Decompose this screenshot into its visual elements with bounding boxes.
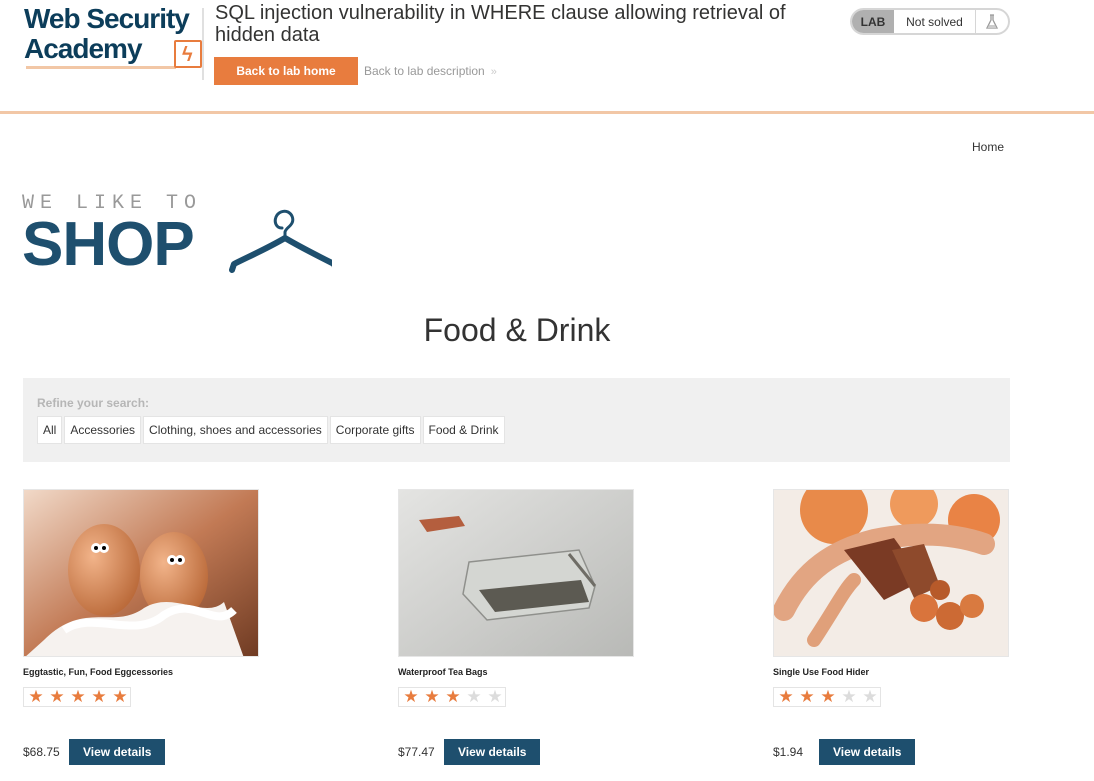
back-to-lab-description-label: Back to lab description <box>364 64 485 78</box>
star-icon: ★ <box>112 687 128 706</box>
product-price: $77.47 <box>398 745 435 759</box>
filter-label: Refine your search: <box>37 396 150 410</box>
star-icon: ★ <box>778 687 794 706</box>
home-link[interactable]: Home <box>972 140 1004 154</box>
filter-all[interactable]: All <box>37 416 63 444</box>
star-icon: ★ <box>862 687 878 706</box>
filter-clothing[interactable]: Clothing, shoes and accessories <box>143 416 328 444</box>
logo-line-1: Web Security <box>24 3 190 34</box>
logo-bolt-icon: ϟ <box>174 40 202 68</box>
product-price: $68.75 <box>23 745 60 759</box>
lab-status-widget: LAB Not solved <box>850 8 1010 35</box>
shop-brand-logo[interactable]: WE LIKE TO SHOP <box>22 188 342 278</box>
back-to-lab-description-link[interactable]: Back to lab description » <box>364 64 497 78</box>
filter-accessories[interactable]: Accessories <box>64 416 142 444</box>
product-price: $1.94 <box>773 745 804 759</box>
star-icon: ★ <box>28 687 44 706</box>
star-icon: ★ <box>466 687 482 706</box>
brand-name: SHOP <box>22 210 195 279</box>
filter-food-drink[interactable]: Food & Drink <box>422 416 505 444</box>
price-row: $77.47 View details <box>398 739 541 765</box>
double-chevron-right-icon: » <box>490 66 497 78</box>
price-row: $68.75 View details <box>23 739 166 765</box>
product-card: Single Use Food Hider ★ ★ ★ ★ ★ $1.94 Vi… <box>773 489 1009 769</box>
star-rating: ★ ★ ★ ★ ★ <box>23 687 131 707</box>
view-details-button[interactable]: View details <box>444 739 541 765</box>
hanger-icon <box>229 209 332 273</box>
star-icon: ★ <box>445 687 461 706</box>
view-details-button[interactable]: View details <box>819 739 916 765</box>
flask-icon <box>976 10 1008 33</box>
star-icon: ★ <box>424 687 440 706</box>
product-name[interactable]: Waterproof Tea Bags <box>398 667 634 681</box>
star-icon: ★ <box>403 687 419 706</box>
filter-panel: Refine your search: All Accessories Clot… <box>23 378 1010 462</box>
product-card: Waterproof Tea Bags ★ ★ ★ ★ ★ $77.47 Vie… <box>398 489 634 769</box>
product-image-eggs[interactable] <box>23 489 259 657</box>
star-icon: ★ <box>841 687 857 706</box>
product-name[interactable]: Eggtastic, Fun, Food Eggcessories <box>23 667 259 681</box>
filter-corporate-gifts[interactable]: Corporate gifts <box>329 416 421 444</box>
web-security-academy-logo[interactable]: Web Security Academy ϟ <box>24 4 204 70</box>
lab-title: SQL injection vulnerability in WHERE cla… <box>215 2 786 46</box>
header-divider <box>202 8 204 80</box>
price-row: $1.94 View details <box>773 739 916 765</box>
product-card: Eggtastic, Fun, Food Eggcessories ★ ★ ★ … <box>23 489 259 769</box>
star-icon: ★ <box>91 687 107 706</box>
logo-underline <box>26 66 176 69</box>
star-icon: ★ <box>799 687 815 706</box>
star-rating: ★ ★ ★ ★ ★ <box>773 687 881 707</box>
category-title: Food & Drink <box>423 312 611 348</box>
product-name[interactable]: Single Use Food Hider <box>773 667 1009 681</box>
star-icon: ★ <box>820 687 836 706</box>
view-details-button[interactable]: View details <box>69 739 166 765</box>
filter-list: All Accessories Clothing, shoes and acce… <box>37 416 505 444</box>
product-image-food-hider[interactable] <box>773 489 1009 657</box>
product-image-tea-bags[interactable] <box>398 489 634 657</box>
star-rating: ★ ★ ★ ★ ★ <box>398 687 506 707</box>
star-icon: ★ <box>487 687 503 706</box>
star-icon: ★ <box>70 687 86 706</box>
lab-status-text: Not solved <box>894 10 976 33</box>
star-icon: ★ <box>49 687 65 706</box>
academy-header: Web Security Academy ϟ SQL injection vul… <box>0 0 1094 114</box>
back-to-lab-home-button[interactable]: Back to lab home <box>214 57 358 85</box>
lab-status-tag: LAB <box>852 10 894 33</box>
